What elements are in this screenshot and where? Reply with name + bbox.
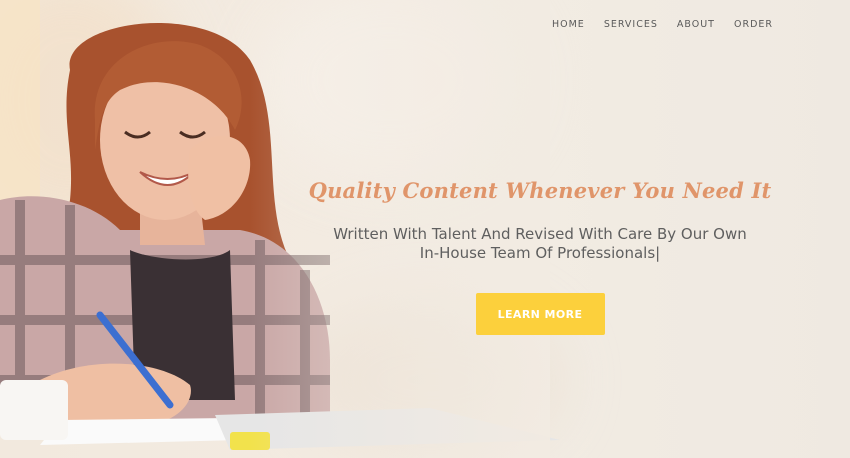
main-navigation: HOME SERVICES ABOUT ORDER xyxy=(552,19,773,30)
nav-item-home[interactable]: HOME xyxy=(552,19,585,30)
hero-headline: Quality Content Whenever You Need It xyxy=(308,178,772,203)
hero-subheadline: Written With Talent And Revised With Car… xyxy=(300,225,780,263)
learn-more-button[interactable]: LEARN MORE xyxy=(475,293,605,335)
hero-subheadline-line-1: Written With Talent And Revised With Car… xyxy=(333,225,747,243)
hero-section: HOME SERVICES ABOUT ORDER Quality Conten… xyxy=(0,0,850,458)
hero-subheadline-line-2: In-House Team Of Professionals| xyxy=(419,244,661,262)
nav-item-about[interactable]: ABOUT xyxy=(677,19,715,30)
hero-content: Quality Content Whenever You Need It Wri… xyxy=(300,178,780,335)
nav-item-services[interactable]: SERVICES xyxy=(604,19,658,30)
nav-item-order[interactable]: ORDER xyxy=(734,19,773,30)
